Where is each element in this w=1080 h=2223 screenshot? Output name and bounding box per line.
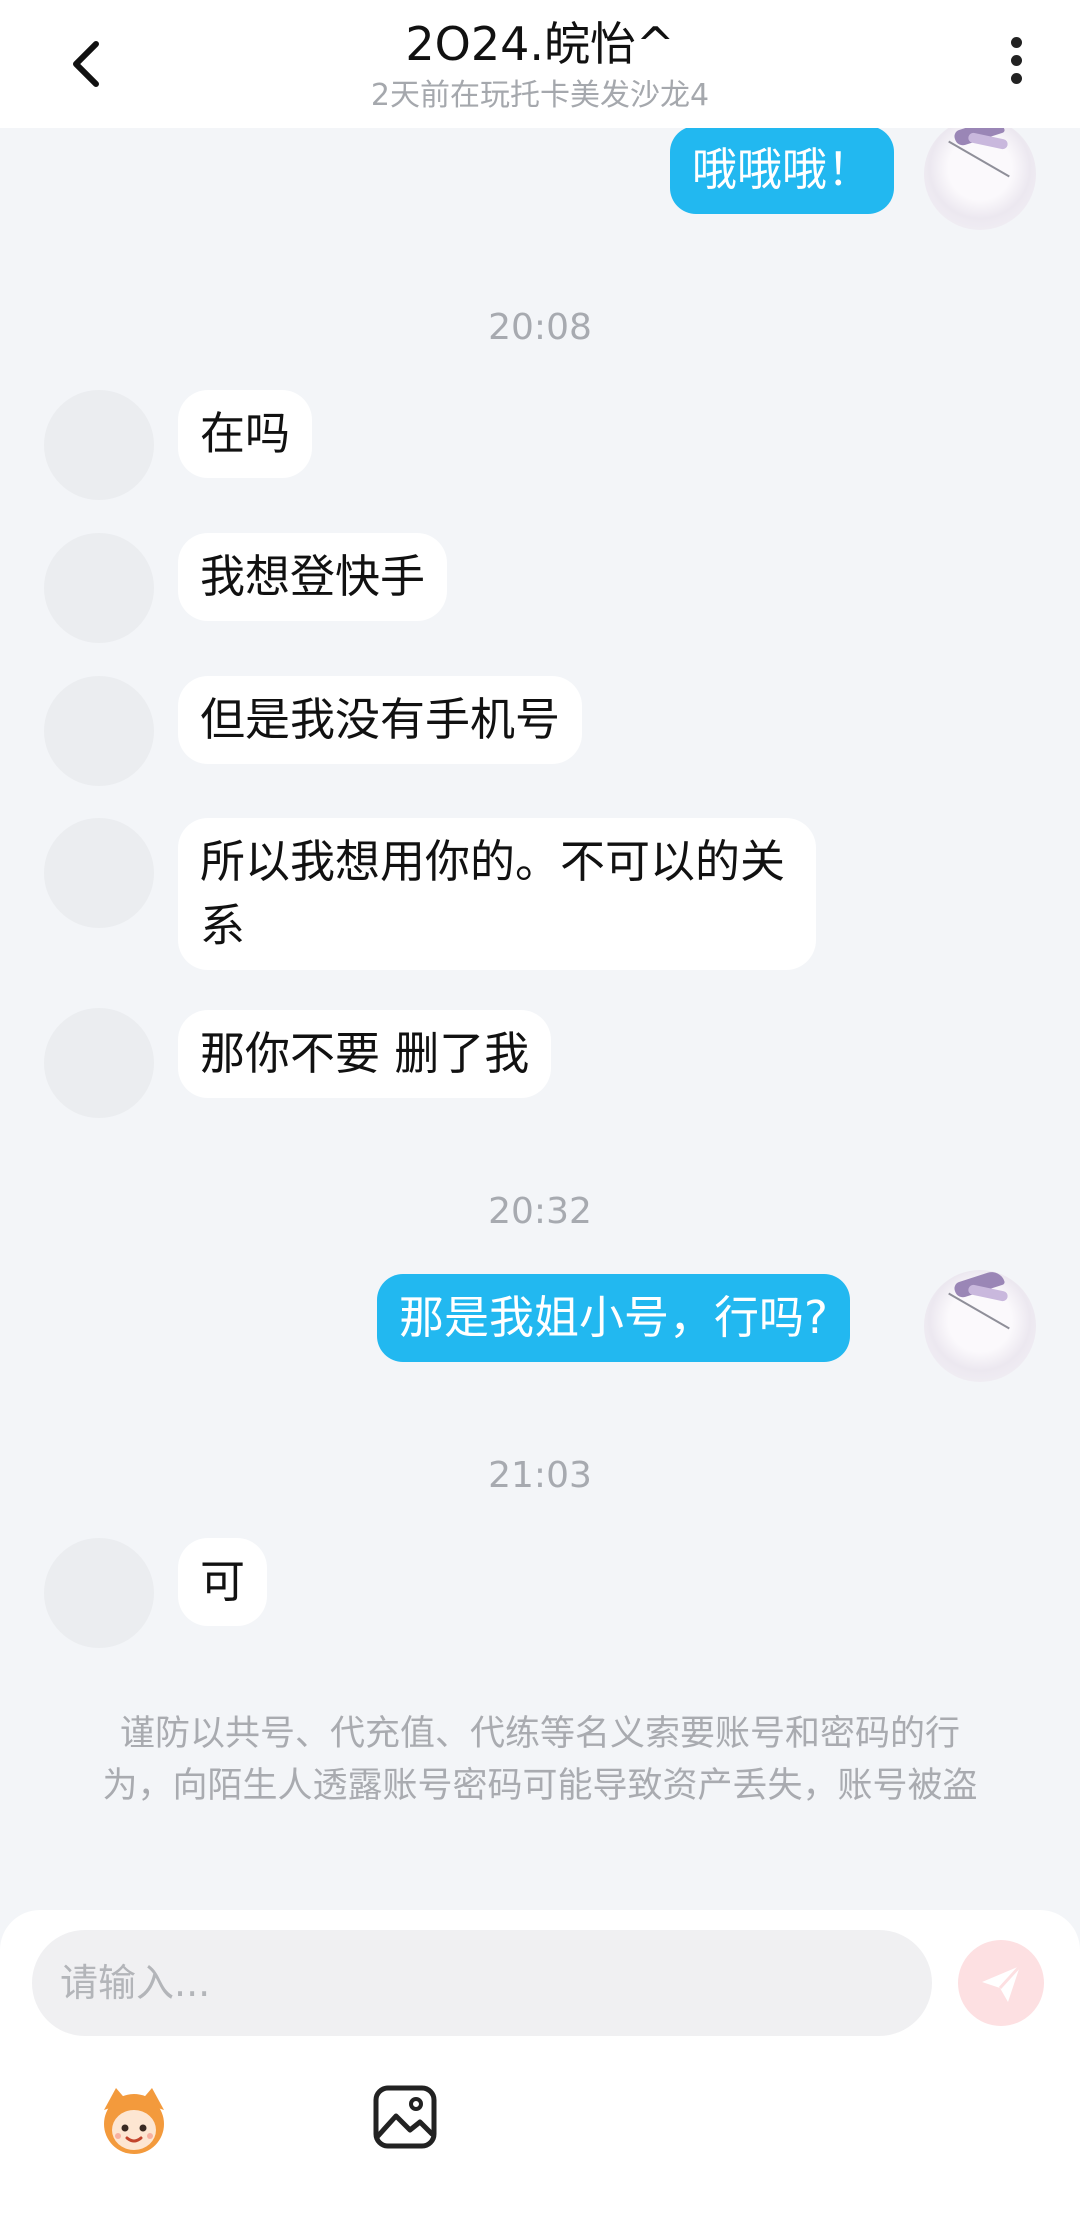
timestamp: 20:32 bbox=[488, 1191, 592, 1232]
chat-header: 2O24.皖怡^ 2天前在玩托卡美发沙龙4 bbox=[0, 0, 1080, 128]
chat-title[interactable]: 2O24.皖怡^ bbox=[0, 14, 1080, 74]
contact-avatar[interactable] bbox=[44, 390, 154, 500]
message-bubble-incoming[interactable]: 那你不要 删了我 bbox=[178, 1010, 552, 1098]
message-bubble-outgoing[interactable]: 哦哦哦！ bbox=[670, 126, 895, 214]
message-bubble-incoming[interactable]: 可 bbox=[178, 1538, 268, 1626]
composer-panel bbox=[0, 1910, 1080, 2223]
security-warning: 谨防以共号、代充值、代练等名义索要账号和密码的行为，向陌生人透露账号密码可能导致… bbox=[102, 1714, 978, 1806]
message-bubble-incoming[interactable]: 在吗 bbox=[178, 390, 313, 478]
emoji-button[interactable] bbox=[94, 2080, 174, 2160]
contact-avatar[interactable] bbox=[44, 1538, 154, 1648]
message-bubble-incoming[interactable]: 但是我没有手机号 bbox=[178, 676, 583, 764]
message-bubble-incoming[interactable]: 所以我想用你的。不可以的关系 bbox=[178, 818, 816, 970]
more-button[interactable] bbox=[992, 30, 1040, 100]
my-avatar[interactable] bbox=[924, 1270, 1036, 1382]
more-icon bbox=[992, 37, 1040, 84]
timestamp: 20:08 bbox=[488, 307, 592, 348]
my-avatar[interactable] bbox=[924, 118, 1036, 230]
message-bubble-incoming[interactable]: 我想登快手 bbox=[178, 533, 448, 621]
send-button[interactable] bbox=[958, 1940, 1044, 2026]
contact-avatar[interactable] bbox=[44, 1008, 154, 1118]
chat-subtitle: 2天前在玩托卡美发沙龙4 bbox=[370, 78, 710, 113]
emoji-icon bbox=[104, 2088, 164, 2154]
send-icon bbox=[982, 1964, 1022, 2002]
contact-avatar[interactable] bbox=[44, 818, 154, 928]
contact-avatar[interactable] bbox=[44, 533, 154, 643]
message-bubble-outgoing[interactable]: 那是我姐小号，行吗? bbox=[377, 1274, 850, 1362]
image-button[interactable] bbox=[370, 2082, 440, 2152]
message-input[interactable] bbox=[32, 1930, 932, 2036]
contact-avatar[interactable] bbox=[44, 676, 154, 786]
timestamp: 21:03 bbox=[488, 1455, 592, 1496]
image-icon bbox=[373, 2085, 437, 2149]
